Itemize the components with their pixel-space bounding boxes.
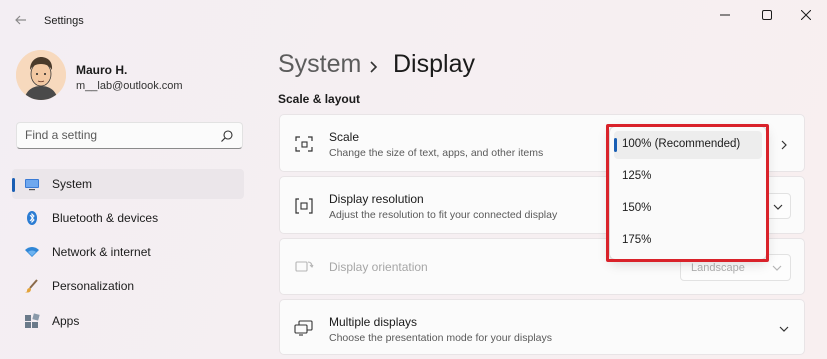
chevron-right-icon[interactable] <box>778 138 790 150</box>
user-name: Mauro H. <box>76 63 128 77</box>
chevron-down-icon[interactable] <box>778 322 790 334</box>
orientation-icon <box>294 257 314 277</box>
brush-icon <box>24 278 40 294</box>
app-title: Settings <box>44 15 84 27</box>
scale-option-label: 175% <box>622 234 652 246</box>
chevron-down-icon <box>771 262 783 274</box>
breadcrumb: System Display <box>278 50 475 79</box>
chevron-right-icon <box>368 54 380 73</box>
sidebar-item-bluetooth[interactable]: Bluetooth & devices <box>12 203 244 233</box>
card-subtitle: Choose the presentation mode for your di… <box>329 332 552 344</box>
active-indicator <box>12 178 15 192</box>
close-icon[interactable] <box>792 6 820 24</box>
sidebar-item-network[interactable]: Network & internet <box>12 237 244 267</box>
section-title: Scale & layout <box>278 92 361 106</box>
sidebar-item-apps[interactable]: Apps <box>12 306 244 336</box>
avatar[interactable] <box>16 50 66 100</box>
selected-indicator <box>614 138 617 152</box>
scale-option[interactable]: 175% <box>614 227 762 255</box>
search-box[interactable] <box>16 122 243 149</box>
search-icon[interactable] <box>220 129 234 143</box>
scale-option-label: 100% (Recommended) <box>622 138 741 150</box>
sidebar-item-label: Apps <box>52 314 80 328</box>
minimize-icon[interactable] <box>711 6 739 24</box>
apps-icon <box>24 313 40 329</box>
sidebar-item-label: Network & internet <box>52 245 151 259</box>
scale-option[interactable]: 150% <box>614 195 762 223</box>
title-bar: Settings <box>0 0 827 40</box>
card-title: Display resolution <box>329 192 424 206</box>
scale-icon <box>294 134 314 154</box>
card-title: Scale <box>329 130 360 144</box>
chevron-down-icon <box>772 201 784 213</box>
resolution-icon <box>294 196 314 216</box>
page-title: Display <box>393 50 475 78</box>
resolution-select[interactable] <box>765 193 791 219</box>
wifi-icon <box>24 244 40 260</box>
card-subtitle: Change the size of text, apps, and other… <box>329 147 544 159</box>
card-subtitle: Adjust the resolution to fit your connec… <box>329 209 558 221</box>
scale-option-label: 150% <box>622 202 652 214</box>
multiple-displays-icon <box>294 318 314 338</box>
orientation-value: Landscape <box>691 262 745 274</box>
user-email: m__lab@outlook.com <box>76 80 183 92</box>
sidebar-item-label: System <box>52 177 93 191</box>
back-arrow-icon[interactable] <box>12 11 30 29</box>
sidebar-item-system[interactable]: System <box>12 169 244 199</box>
scale-option[interactable]: 100% (Recommended) <box>614 131 762 159</box>
system-display-icon <box>24 176 40 192</box>
multiple-displays-card[interactable]: Multiple displays Choose the presentatio… <box>279 299 805 355</box>
sidebar-item-label: Bluetooth & devices <box>52 211 159 225</box>
scale-option[interactable]: 125% <box>614 163 762 191</box>
sidebar-item-label: Personalization <box>52 279 135 293</box>
sidebar-item-personalization[interactable]: Personalization <box>12 271 244 301</box>
scale-option-label: 125% <box>622 170 652 182</box>
bluetooth-icon <box>24 210 40 226</box>
maximize-icon[interactable] <box>753 6 781 24</box>
search-input[interactable] <box>25 128 215 142</box>
scale-dropdown: 100% (Recommended) 125% 150% 175% <box>609 126 767 260</box>
breadcrumb-root[interactable]: System <box>278 50 361 78</box>
card-title: Multiple displays <box>329 315 418 329</box>
card-title: Display orientation <box>329 260 428 274</box>
